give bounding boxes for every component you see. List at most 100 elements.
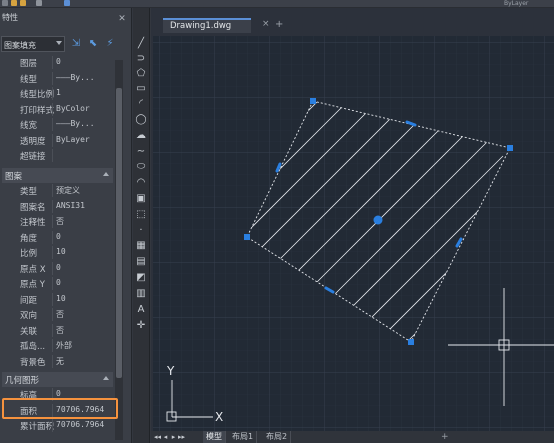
save-icon[interactable] [20,0,26,6]
property-row[interactable]: 累计面积 70706.7964 [4,418,113,434]
tab-label: Drawing1.dwg [170,21,232,31]
hatch-icon[interactable]: ▦ [135,240,147,252]
layout-tab[interactable]: 模型 [203,431,226,443]
property-row[interactable]: 线型 ———By... [4,71,113,87]
property-value[interactable]: 无 [56,356,64,367]
ellipse-icon[interactable]: ⬭ [135,161,147,173]
layout-tab[interactable]: 布局1 [229,431,258,443]
property-row[interactable]: 类型 预定义 [4,183,113,199]
layer-icon[interactable] [64,0,70,6]
rectangle-icon[interactable]: ▭ [135,83,147,95]
property-row[interactable]: 原点 X 0 [4,261,113,277]
property-value[interactable]: 1 [56,88,61,97]
gradient-icon[interactable]: ▤ [135,256,147,268]
property-row[interactable]: 间距 10 [4,292,113,308]
property-row[interactable]: 线宽 ———By... [4,117,113,133]
property-row[interactable]: 图案名 ANSI31 [4,199,113,215]
property-value[interactable]: ByColor [56,104,90,113]
section-pattern[interactable]: 图案 [2,168,113,183]
property-key: 图层 [20,59,38,69]
property-row[interactable]: 注释性否 [4,214,113,230]
property-key: 孤岛... [20,342,46,352]
insert-block-icon[interactable]: ▣ [135,193,147,205]
property-row[interactable]: 角度 0 [4,230,113,246]
property-row[interactable]: 线型比例 1 [4,86,113,102]
property-value[interactable]: 10 [56,294,66,303]
property-value[interactable]: 否 [56,325,64,336]
property-key: 图案名 [20,202,46,213]
undo-icon[interactable] [36,0,42,6]
menu-icon[interactable] [2,0,8,6]
property-row[interactable]: 背景色无 [4,354,113,370]
next-layout-icon[interactable]: ▸ [170,432,177,442]
palette-titlebar[interactable]: 特性 [0,8,132,28]
scrollbar-thumb[interactable] [116,88,122,378]
toggle-pickadd-icon[interactable]: ⇲ [70,38,82,50]
center-grip[interactable] [373,215,383,225]
quick-select-icon[interactable]: ⚡ [104,38,116,50]
property-row[interactable]: 打印样式 ByColor [4,102,113,118]
property-key: 关联 [20,326,38,337]
property-key: 线型比例 [20,90,55,100]
new-tab-icon[interactable]: + [275,19,283,30]
property-value[interactable]: ByLayer [56,135,90,144]
property-value[interactable]: 0 [56,232,61,241]
quick-access-toolbar: ByLayer [0,0,554,8]
make-block-icon[interactable]: ⬚ [135,209,147,221]
close-tab-icon[interactable]: × [262,19,270,29]
add-selected-icon[interactable]: ✛ [135,320,147,332]
property-value[interactable]: ANSI31 [56,201,85,210]
property-value[interactable]: 0 [56,278,61,287]
point-icon[interactable]: · [135,225,147,237]
property-key: 线宽 [20,121,38,131]
region-icon[interactable]: ◩ [135,272,147,284]
folder-icon[interactable] [11,0,17,6]
first-layout-icon[interactable]: ◂◂ [154,432,161,442]
property-row[interactable]: 原点 Y 0 [4,276,113,292]
section-geometry[interactable]: 几何图形 [2,372,113,387]
last-layout-icon[interactable]: ▸▸ [178,432,185,442]
polygon-icon[interactable]: ⬠ [135,68,147,80]
property-value[interactable]: 0 [56,57,61,66]
close-icon[interactable]: ✕ [117,14,127,24]
prev-layout-icon[interactable]: ◂ [162,432,169,442]
revcloud-icon[interactable]: ☁ [135,130,147,142]
mtext-icon[interactable]: A [135,304,147,316]
layer-field[interactable]: ByLayer [464,0,552,7]
property-value[interactable]: 预定义 [56,185,80,196]
property-value[interactable]: ———By... [56,119,95,128]
property-value[interactable]: 外部 [56,340,72,351]
layout-tab[interactable]: 布局2 [263,431,292,443]
property-value[interactable]: 否 [56,216,64,227]
property-value[interactable]: 0 [56,263,61,272]
object-type-select[interactable]: 图案填充 [1,36,65,52]
line-icon[interactable]: ╱ [135,38,147,50]
property-value[interactable]: 0 [56,389,61,398]
property-key: 注释性 [20,218,46,228]
add-layout-icon[interactable]: + [441,431,449,443]
property-value[interactable]: 10 [56,247,66,256]
table-icon[interactable]: ▥ [135,288,147,300]
property-key: 原点 Y [20,280,45,290]
property-value[interactable]: 70706.7964 [56,420,104,429]
model-canvas[interactable]: Y X [153,36,554,431]
tab-drawing1[interactable]: Drawing1.dwg [163,18,251,33]
property-value[interactable]: ———By... [56,73,95,82]
property-row[interactable]: 图层 0 [4,55,113,71]
property-key: 原点 X [20,264,46,275]
property-row[interactable]: 孤岛... 外部 [4,338,113,354]
property-row[interactable]: 比例 10 [4,245,113,261]
ellipse-arc-icon[interactable]: ◠ [135,177,147,189]
property-row[interactable]: 超链接 [4,148,113,164]
polyline-icon[interactable]: ⊃ [135,53,147,65]
property-row[interactable]: 透明度 ByLayer [4,133,113,149]
arc-icon[interactable]: ◜ [135,98,147,110]
property-row[interactable]: 关联 否 [4,323,113,339]
collapse-icon [103,376,109,380]
spline-icon[interactable]: ∼ [135,146,147,158]
circle-icon[interactable]: ◯ [135,114,147,126]
property-value[interactable]: 否 [56,309,64,320]
select-objects-icon[interactable]: ⬉ [87,38,99,50]
area-highlight-box [2,398,118,419]
property-row[interactable]: 双向 否 [4,307,113,323]
